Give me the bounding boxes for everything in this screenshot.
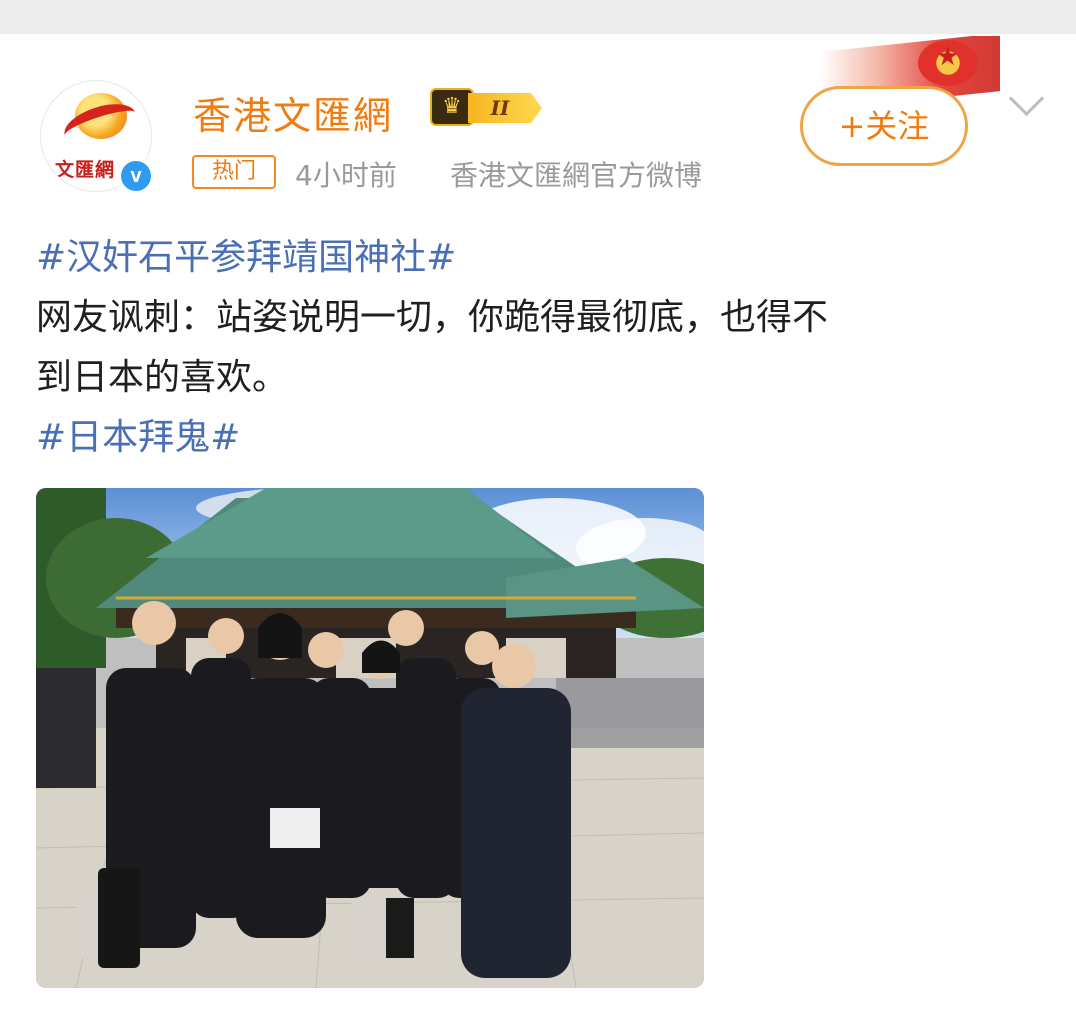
crown-icon: ♛ xyxy=(430,88,474,126)
hashtag-link[interactable]: #汉奸石平参拜靖国神社# xyxy=(36,228,1046,288)
member-level-label: II xyxy=(468,93,542,123)
post-source: 香港文匯網官方微博 xyxy=(450,159,703,192)
avatar-logo-text: 文匯網 xyxy=(55,159,116,181)
post-timestamp: 4小时前 xyxy=(295,159,397,192)
post-body-line: 网友讽刺：站姿说明一切，你跪得最彻底，也得不 xyxy=(36,297,829,338)
hashtag-link[interactable]: #日本拜鬼# xyxy=(36,408,1046,468)
chevron-down-icon[interactable] xyxy=(1006,86,1046,116)
post-photo[interactable] xyxy=(36,488,704,988)
top-separator xyxy=(0,0,1076,34)
follow-button[interactable]: +关注 xyxy=(800,86,968,166)
account-name[interactable]: 香港文匯網 xyxy=(193,85,393,140)
hot-badge: 热门 xyxy=(192,155,276,189)
star-icon: ★ xyxy=(936,42,960,72)
verified-badge-icon: v xyxy=(118,158,154,194)
post-body-line: 到日本的喜欢。 xyxy=(36,357,289,398)
member-level-badge[interactable]: ♛ II xyxy=(430,88,546,126)
post-content: #汉奸石平参拜靖国神社# 网友讽刺：站姿说明一切，你跪得最彻底，也得不 到日本的… xyxy=(36,228,1046,468)
photo-illustration xyxy=(36,488,704,988)
